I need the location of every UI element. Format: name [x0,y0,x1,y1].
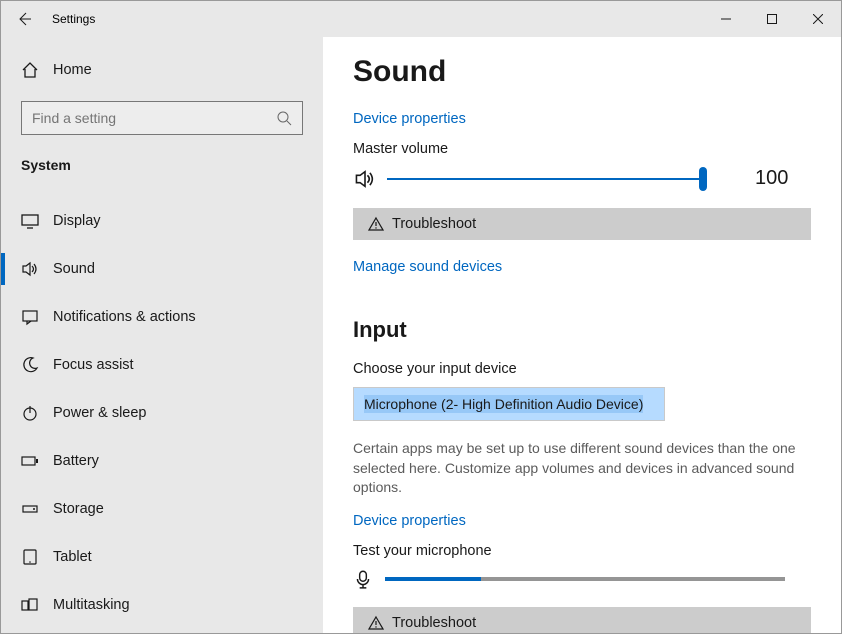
warning-icon [368,615,384,631]
master-volume-slider[interactable] [387,169,707,189]
warning-icon [368,216,384,232]
sidebar-item-focus-assist[interactable]: Focus assist [1,341,323,389]
button-label: Troubleshoot [392,615,476,631]
window-title: Settings [52,12,95,26]
sidebar-item-label: Sound [53,261,95,277]
input-device-select[interactable]: Microphone (2- High Definition Audio Dev… [353,387,665,421]
sidebar-section-label: System [1,149,323,197]
minimize-button[interactable] [703,1,749,37]
battery-icon [21,452,39,470]
tablet-icon [21,548,39,566]
input-heading: Input [353,317,811,343]
main-content: Sound Device properties Master volume 10… [323,37,841,633]
troubleshoot-output-button[interactable]: Troubleshoot [353,208,811,240]
master-volume-row: 100 [353,167,811,190]
sidebar-home-label: Home [53,62,92,78]
storage-icon [21,500,39,518]
home-icon [21,61,39,79]
sidebar-item-label: Multitasking [53,597,130,613]
search-icon [276,110,292,126]
button-label: Troubleshoot [392,216,476,232]
sidebar-item-label: Display [53,213,101,229]
sidebar-item-notifications[interactable]: Notifications & actions [1,293,323,341]
mic-test-row [353,569,811,589]
sidebar-nav: Display Sound Notifications & actions Fo… [1,197,323,629]
microphone-icon [353,569,373,589]
sidebar-item-sound[interactable]: Sound [1,245,323,293]
choose-input-label: Choose your input device [353,361,811,377]
sidebar-item-multitasking[interactable]: Multitasking [1,581,323,629]
notifications-icon [21,308,39,326]
sidebar-item-label: Notifications & actions [53,309,196,325]
test-mic-label: Test your microphone [353,543,811,559]
troubleshoot-input-button[interactable]: Troubleshoot [353,607,811,633]
close-button[interactable] [795,1,841,37]
sidebar-item-label: Battery [53,453,99,469]
sidebar-item-display[interactable]: Display [1,197,323,245]
master-volume-value: 100 [755,167,788,190]
sidebar-item-label: Storage [53,501,104,517]
sidebar-item-label: Power & sleep [53,405,147,421]
manage-devices-link[interactable]: Manage sound devices [353,259,502,275]
master-volume-label: Master volume [353,141,811,157]
maximize-button[interactable] [749,1,795,37]
moon-icon [21,356,39,374]
multitasking-icon [21,596,39,614]
sidebar-home[interactable]: Home [1,47,323,93]
power-icon [21,404,39,422]
input-device-value: Microphone (2- High Definition Audio Dev… [364,395,643,413]
back-button[interactable] [1,1,47,37]
mic-level-meter [385,577,785,581]
display-icon [21,212,39,230]
sidebar-item-battery[interactable]: Battery [1,437,323,485]
input-device-properties-link[interactable]: Device properties [353,513,466,529]
speaker-icon [353,168,377,190]
sound-icon [21,260,39,278]
sidebar: Home System Display Sound Notifications … [1,37,323,633]
sidebar-item-power[interactable]: Power & sleep [1,389,323,437]
sidebar-item-storage[interactable]: Storage [1,485,323,533]
device-properties-link[interactable]: Device properties [353,111,811,127]
sidebar-item-label: Focus assist [53,357,134,373]
sidebar-item-tablet[interactable]: Tablet [1,533,323,581]
window-titlebar: Settings [1,1,841,37]
sidebar-item-label: Tablet [53,549,92,565]
search-input[interactable] [32,110,276,126]
search-box[interactable] [21,101,303,135]
page-title: Sound [353,55,811,89]
input-description: Certain apps may be set up to use differ… [353,439,798,498]
